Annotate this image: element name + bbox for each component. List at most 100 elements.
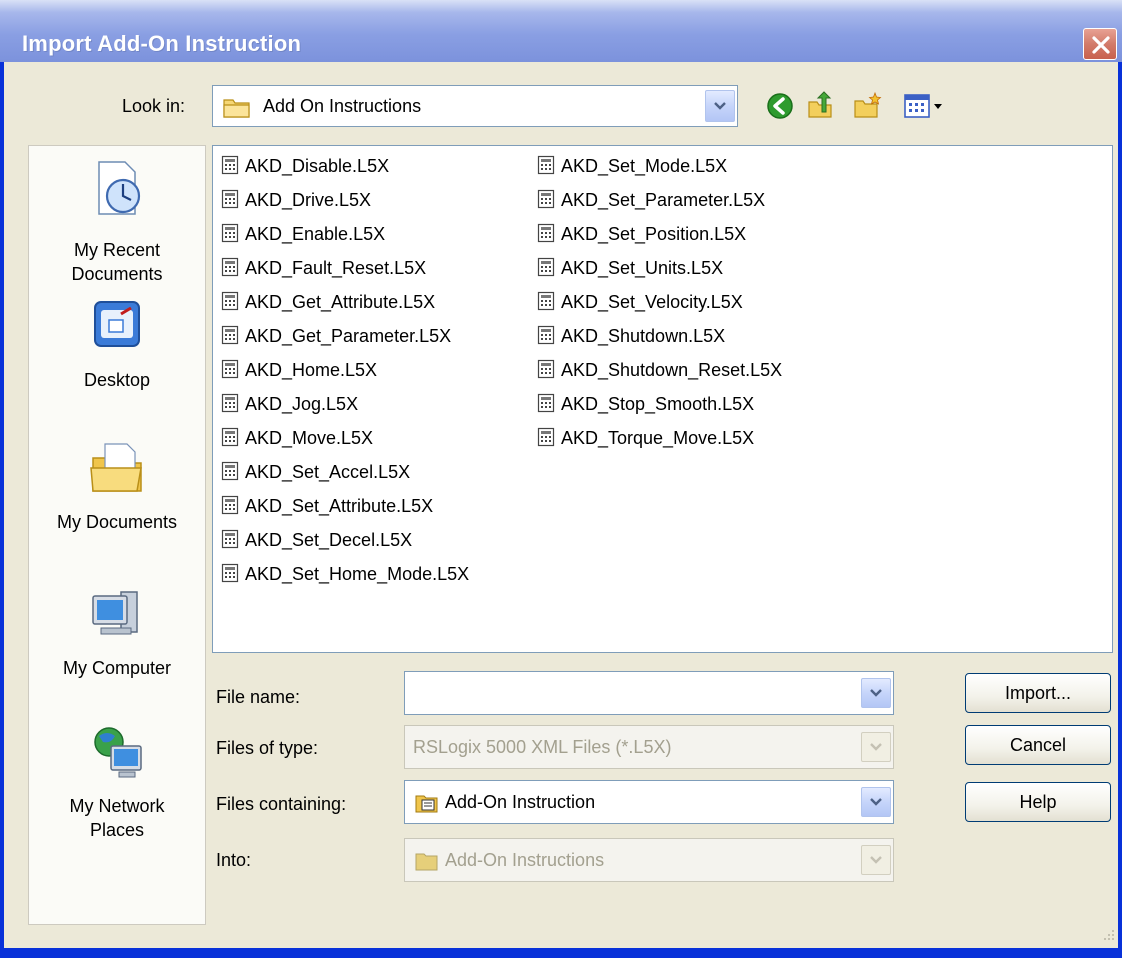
up-folder-icon[interactable]	[806, 90, 836, 120]
l5x-file-icon	[221, 496, 239, 515]
import-button[interactable]: Import...	[965, 673, 1111, 713]
file-list-item[interactable]: AKD_Set_Mode.L5X	[537, 153, 727, 179]
files-containing-value: Add-On Instruction	[445, 792, 596, 812]
view-menu-icon[interactable]	[903, 91, 949, 121]
files-containing-dropdown-button[interactable]	[861, 787, 891, 817]
place-label-line2: Places	[89, 820, 145, 840]
file-name-text: AKD_Get_Parameter.L5X	[245, 326, 452, 346]
my-documents-icon	[90, 443, 142, 492]
file-name-text: AKD_Disable.L5X	[245, 156, 390, 176]
file-name-text: AKD_Shutdown_Reset.L5X	[561, 360, 783, 380]
look-in-dropdown-button[interactable]	[705, 90, 735, 122]
file-name-text: AKD_Set_Mode.L5X	[561, 156, 728, 176]
file-list-item[interactable]: AKD_Home.L5X	[221, 357, 377, 383]
file-name-text: AKD_Shutdown.L5X	[561, 326, 726, 346]
file-name-text: AKD_Set_Position.L5X	[561, 224, 747, 244]
file-list-item[interactable]: AKD_Jog.L5X	[221, 391, 358, 417]
resize-grip-icon[interactable]	[1100, 928, 1116, 944]
file-list-item[interactable]: AKD_Get_Parameter.L5X	[221, 323, 451, 349]
into-dropdown-button[interactable]	[861, 845, 891, 875]
l5x-file-icon	[537, 224, 555, 243]
l5x-file-icon	[537, 360, 555, 379]
file-list-item[interactable]: AKD_Set_Accel.L5X	[221, 459, 410, 485]
l5x-file-icon	[537, 326, 555, 345]
place-label-line2: Documents	[71, 264, 163, 284]
cancel-button[interactable]: Cancel	[965, 725, 1111, 765]
file-list-item[interactable]: AKD_Drive.L5X	[221, 187, 371, 213]
l5x-file-icon	[221, 292, 239, 311]
file-name-text: AKD_Set_Attribute.L5X	[245, 496, 434, 516]
look-in-combo[interactable]: Add On Instructions	[212, 85, 738, 127]
into-value: Add-On Instructions	[445, 850, 605, 870]
place-label-my-computer: My Computer	[62, 658, 172, 678]
place-my-network-places[interactable]: My Network Places	[29, 722, 205, 852]
file-list-item[interactable]: AKD_Set_Position.L5X	[537, 221, 746, 247]
files-of-type-label: Files of type:	[216, 738, 319, 758]
place-label-line1: My Network	[69, 796, 165, 816]
l5x-file-icon	[221, 394, 239, 413]
l5x-file-icon	[537, 394, 555, 413]
place-label-my-documents: My Documents	[56, 512, 178, 532]
l5x-file-icon	[221, 530, 239, 549]
chevron-down-icon	[870, 798, 882, 806]
files-of-type-select[interactable]: RSLogix 5000 XML Files (*.L5X)	[404, 725, 894, 769]
file-list-item[interactable]: AKD_Move.L5X	[221, 425, 373, 451]
l5x-file-icon	[221, 564, 239, 583]
places-bar: My Recent Documents Desktop My Documents	[28, 145, 206, 925]
files-containing-select[interactable]: Add-On Instruction	[404, 780, 894, 824]
place-my-computer[interactable]: My Computer	[29, 584, 205, 684]
file-list-item[interactable]: AKD_Shutdown_Reset.L5X	[537, 357, 782, 383]
file-name-text: AKD_Fault_Reset.L5X	[245, 258, 427, 278]
files-containing-label: Files containing:	[216, 794, 347, 814]
l5x-file-icon	[221, 258, 239, 277]
close-button[interactable]	[1083, 28, 1117, 60]
file-name-text: AKD_Drive.L5X	[245, 190, 372, 210]
file-list-item[interactable]: AKD_Set_Parameter.L5X	[537, 187, 765, 213]
file-list-item[interactable]: AKD_Stop_Smooth.L5X	[537, 391, 754, 417]
place-my-recent-documents[interactable]: My Recent Documents	[29, 158, 205, 288]
new-folder-icon[interactable]	[853, 91, 883, 121]
file-name-text: AKD_Set_Parameter.L5X	[561, 190, 766, 210]
place-desktop[interactable]: Desktop	[29, 296, 205, 396]
l5x-file-icon	[537, 156, 555, 175]
import-dialog: Import Add-On Instruction Look in: Add O…	[0, 0, 1122, 958]
file-name-field[interactable]	[404, 671, 894, 715]
files-of-type-value: RSLogix 5000 XML Files (*.L5X)	[413, 737, 672, 757]
file-list-item[interactable]: AKD_Set_Decel.L5X	[221, 527, 412, 553]
l5x-file-icon	[537, 190, 555, 209]
file-name-text: AKD_Stop_Smooth.L5X	[561, 394, 755, 414]
network-places-icon	[94, 727, 142, 778]
files-of-type-dropdown-button[interactable]	[861, 732, 891, 762]
file-list-item[interactable]: AKD_Enable.L5X	[221, 221, 385, 247]
file-name-dropdown-button[interactable]	[861, 678, 891, 708]
into-select[interactable]: Add-On Instructions	[404, 838, 894, 882]
file-list-item[interactable]: AKD_Set_Attribute.L5X	[221, 493, 433, 519]
desktop-icon	[94, 301, 140, 347]
place-my-documents[interactable]: My Documents	[29, 438, 205, 538]
recent-documents-icon	[98, 161, 141, 215]
file-list-item[interactable]: AKD_Torque_Move.L5X	[537, 425, 754, 451]
folder-icon	[223, 99, 250, 118]
look-in-value: Add On Instructions	[263, 96, 422, 116]
chevron-down-icon	[714, 102, 726, 110]
place-label-desktop: Desktop	[83, 370, 151, 390]
file-name-text: AKD_Enable.L5X	[245, 224, 386, 244]
file-list-item[interactable]: AKD_Set_Velocity.L5X	[537, 289, 743, 315]
file-list-item[interactable]: AKD_Set_Units.L5X	[537, 255, 723, 281]
help-button[interactable]: Help	[965, 782, 1111, 822]
file-list-item[interactable]: AKD_Set_Home_Mode.L5X	[221, 561, 469, 587]
file-list-item[interactable]: AKD_Disable.L5X	[221, 153, 389, 179]
l5x-file-icon	[537, 258, 555, 277]
file-list-item[interactable]: AKD_Get_Attribute.L5X	[221, 289, 435, 315]
l5x-file-icon	[221, 462, 239, 481]
file-name-text: AKD_Move.L5X	[245, 428, 374, 448]
file-list-item[interactable]: AKD_Fault_Reset.L5X	[221, 255, 426, 281]
chevron-down-icon	[870, 689, 882, 697]
my-computer-icon	[92, 591, 138, 635]
add-on-instruction-icon	[415, 795, 438, 813]
l5x-file-icon	[221, 156, 239, 175]
file-list[interactable]: AKD_Disable.L5X AKD_Drive.L5X AKD_Enable.L…	[212, 145, 1113, 653]
back-icon[interactable]	[765, 91, 795, 121]
file-list-item[interactable]: AKD_Shutdown.L5X	[537, 323, 725, 349]
l5x-file-icon	[221, 190, 239, 209]
